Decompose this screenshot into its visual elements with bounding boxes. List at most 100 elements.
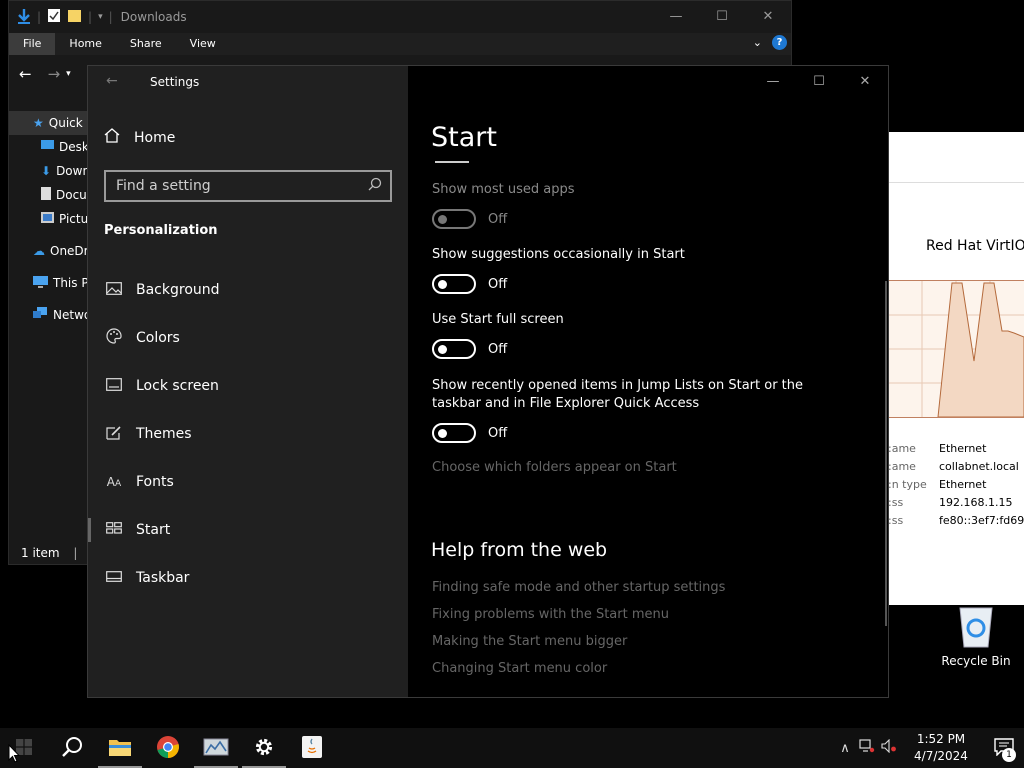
network-status-icon[interactable]	[856, 739, 878, 757]
back-arrow-icon[interactable]: ←	[106, 73, 118, 89]
maximize-button[interactable]: ☐	[796, 66, 842, 96]
section-title: Personalization	[104, 223, 218, 238]
taskbar: ∧ 1:52 PM 4/7/2024 1	[0, 728, 1024, 768]
ribbon: File Home Share View ⌄ ?	[9, 33, 791, 55]
nav-item-onedrive[interactable]: ☁ OneDr	[9, 239, 89, 263]
explorer-title: Downloads	[120, 10, 187, 24]
clock[interactable]: 1:52 PM 4/7/2024	[906, 731, 976, 765]
search-icon	[61, 736, 83, 761]
properties-icon[interactable]	[47, 8, 61, 26]
taskbar-file-explorer[interactable]	[96, 728, 144, 768]
ribbon-tab-home[interactable]: Home	[55, 33, 115, 55]
ribbon-tab-file[interactable]: File	[9, 33, 56, 55]
setting-show-most-used-apps: Show most used apps Off	[432, 181, 872, 229]
settings-search-box[interactable]: Find a setting	[104, 170, 392, 202]
quick-access-toolbar: | | ▾ |	[17, 8, 113, 27]
search-button[interactable]	[48, 728, 96, 768]
help-icon[interactable]: ?	[772, 35, 787, 50]
help-link[interactable]: Finding safe mode and other startup sett…	[432, 580, 725, 595]
download-arrow-icon[interactable]	[17, 8, 31, 27]
settings-sidebar: ← Settings Home Find a setting Personali…	[88, 66, 408, 697]
palette-icon	[106, 328, 122, 348]
network-activity-graph	[888, 280, 1024, 418]
nav-item-fonts[interactable]: AA Fonts	[88, 458, 408, 506]
nav-item-this-pc[interactable]: This PC	[9, 271, 89, 295]
chevron-up-icon[interactable]: ∧	[834, 741, 856, 756]
taskbar-chrome[interactable]	[144, 728, 192, 768]
search-input[interactable]: Find a setting	[116, 178, 211, 194]
maximize-button[interactable]: ☐	[699, 1, 745, 31]
adapter-title: Red Hat VirtIO	[926, 238, 1024, 254]
settings-window[interactable]: ← Settings Home Find a setting Personali…	[87, 65, 889, 698]
mouse-cursor-icon	[8, 743, 21, 767]
close-button[interactable]: ✕	[745, 1, 791, 31]
toggle-state: Off	[488, 211, 508, 227]
nav-item-taskbar[interactable]: Taskbar	[88, 554, 408, 602]
network-status-window[interactable]: Red Hat VirtIO ame: Ethernet ame: collabne…	[888, 132, 1024, 605]
action-center-button[interactable]: 1	[984, 737, 1024, 762]
nav-item-colors[interactable]: Colors	[88, 314, 408, 362]
divider	[888, 182, 1024, 183]
search-icon[interactable]	[368, 177, 382, 195]
property-row: ss: 192.168.1.15	[888, 496, 1013, 509]
nav-item-downloads[interactable]: ⬇ Down	[9, 159, 89, 183]
nav-item-desktop[interactable]: Deskt	[9, 135, 89, 159]
nav-item-documents[interactable]: Docu	[9, 183, 89, 207]
back-arrow-icon[interactable]: ←	[19, 65, 32, 83]
ribbon-tab-share[interactable]: Share	[116, 33, 176, 55]
toggle-switch[interactable]	[432, 274, 476, 294]
nav-item-background[interactable]: Background	[88, 266, 408, 314]
close-button[interactable]: ✕	[842, 66, 888, 96]
status-bar: 1 item |	[21, 546, 78, 560]
taskbar-java[interactable]	[288, 728, 336, 768]
expand-ribbon-icon[interactable]: ⌄	[753, 36, 762, 49]
star-icon: ★	[33, 116, 44, 130]
help-link[interactable]: Making the Start menu bigger	[432, 634, 627, 649]
ribbon-tab-view[interactable]: View	[176, 33, 230, 55]
lock-screen-icon	[106, 377, 122, 395]
computer-icon	[33, 275, 48, 291]
minimize-button[interactable]: —	[750, 66, 796, 96]
recent-locations-icon[interactable]: ▾	[66, 69, 71, 79]
nav-item-start[interactable]: Start	[88, 506, 408, 554]
volume-muted-icon[interactable]	[878, 738, 900, 757]
taskbar-network-window[interactable]	[192, 728, 240, 768]
property-row: ame: collabnet.local	[888, 460, 1019, 473]
explorer-titlebar[interactable]: | | ▾ | Downloads — ☐ ✕	[9, 1, 791, 33]
toggle-switch[interactable]	[432, 209, 476, 229]
home-link[interactable]: Home	[104, 128, 175, 147]
choose-folders-link[interactable]: Choose which folders appear on Start	[432, 460, 677, 475]
setting-show-recent-items: Show recently opened items in Jump Lists…	[432, 377, 842, 443]
nav-item-lock-screen[interactable]: Lock screen	[88, 362, 408, 410]
nav-item-network[interactable]: Netwo	[9, 303, 89, 327]
forward-arrow-icon[interactable]: →	[48, 65, 61, 83]
java-icon	[301, 735, 323, 762]
scroll-indicator	[435, 161, 469, 163]
network-icon	[33, 307, 48, 323]
network-monitor-icon	[203, 737, 229, 760]
help-link[interactable]: Changing Start menu color	[432, 661, 607, 676]
new-folder-icon[interactable]	[67, 9, 82, 26]
notification-badge: 1	[1002, 747, 1016, 762]
scrollbar[interactable]	[885, 281, 887, 626]
taskbar-settings[interactable]	[240, 728, 288, 768]
document-icon	[41, 187, 51, 203]
system-tray: ∧ 1:52 PM 4/7/2024 1	[834, 728, 1024, 768]
clock-time: 1:52 PM	[916, 732, 966, 746]
nav-item-quick-access[interactable]: ★ Quick	[9, 111, 89, 135]
start-icon	[106, 522, 122, 538]
nav-item-themes[interactable]: Themes	[88, 410, 408, 458]
toggle-switch[interactable]	[432, 423, 476, 443]
minimize-button[interactable]: —	[653, 1, 699, 31]
help-section-title: Help from the web	[431, 539, 608, 561]
nav-item-pictures[interactable]: Pictu	[9, 207, 89, 231]
recycle-bin-icon	[957, 604, 995, 648]
toggle-switch[interactable]	[432, 339, 476, 359]
chrome-icon	[156, 735, 180, 762]
themes-icon	[106, 425, 122, 444]
recycle-bin[interactable]: Recycle Bin	[940, 604, 1012, 668]
toggle-state: Off	[488, 341, 508, 357]
page-title: Start	[431, 122, 497, 153]
customize-toolbar-icon[interactable]: ▾	[98, 12, 103, 22]
help-link[interactable]: Fixing problems with the Start menu	[432, 607, 669, 622]
